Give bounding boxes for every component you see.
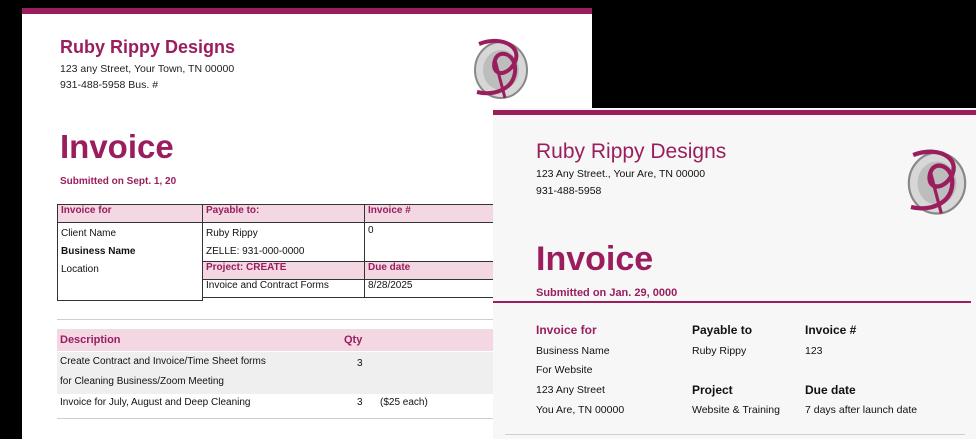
divider [57,319,497,320]
payable-to-header: Payable to: [202,204,365,223]
company-name: Ruby Rippy Designs [60,37,236,57]
logo-icon [474,38,528,99]
project-value: Website & Training [692,404,780,416]
submitted-date: Submitted on Jan. 29, 0000 [536,287,678,299]
payable-name: Ruby Rippy [206,228,258,239]
invoice-number-value: 0 [364,222,497,262]
company-phone: 931-488-5958 Bus. # [60,79,159,91]
accent-rule [493,301,971,303]
invoice-for-header: Invoice for [57,204,203,223]
company-name: Ruby Rippy Designs [536,140,727,163]
due-date-value: 7 days after launch date [805,404,918,416]
item-2-note: ($25 each) [380,397,428,408]
divider [505,434,965,435]
company-address: 123 Any Street., Your Are, TN 00000 [536,168,706,180]
description-header: Description [60,334,121,346]
accent-bar [493,110,976,115]
invoice-document-2: Ruby Rippy Designs 123 Any Street., Your… [493,108,976,439]
invoice-for-line: 123 Any Street [536,384,605,396]
invoice-for-line: For Website [536,364,593,376]
item-2-description: Invoice for July, August and Deep Cleani… [60,397,251,408]
invoice-title: Invoice [536,240,654,278]
due-date-label: Due date [805,383,856,397]
accent-bar [22,8,592,14]
due-date-value: 8/28/2025 [364,279,497,298]
payable-to-label: Payable to [692,323,753,337]
invoice-for-line: You Are, TN 00000 [536,404,625,416]
invoice-title: Invoice [60,128,174,165]
business-name: Business Name [61,246,136,257]
client-info-cell: Client Name Business Name Location [57,222,203,301]
invoice-number-header: Invoice # [364,204,497,223]
item-1-line-1: Create Contract and Invoice/Time Sheet f… [60,356,266,367]
project-header: Project: CREATE [202,261,365,280]
invoice-info-table: Invoice for Payable to: Invoice # Client… [57,204,497,301]
company-phone: 931-488-5958 [536,185,602,197]
item-2-qty: 3 [357,397,363,408]
due-date-header: Due date [364,261,497,280]
submitted-date: Submitted on Sept. 1, 20 [60,176,177,187]
company-address: 123 any Street, Your Town, TN 00000 [60,63,235,75]
item-1-line-2: for Cleaning Business/Zoom Meeting [60,376,224,387]
logo-icon [907,149,967,215]
project-value: Invoice and Contract Forms [202,279,365,298]
items-header-row [57,329,493,351]
payable-to-value: Ruby Rippy [692,345,747,357]
invoice-number-value: 123 [805,345,823,357]
item-1-qty: 3 [357,358,363,369]
payable-info-cell: Ruby Rippy ZELLE: 931-000-0000 [202,222,365,262]
invoice-for-line: Business Name [536,345,610,357]
zelle-number: ZELLE: 931-000-0000 [206,246,305,257]
qty-header: Qty [344,334,363,346]
client-name: Client Name [61,228,117,239]
project-label: Project [692,383,733,397]
invoice-number-label: Invoice # [805,323,857,337]
invoice-for-label: Invoice for [536,323,597,337]
location: Location [61,264,99,275]
divider [57,418,493,419]
